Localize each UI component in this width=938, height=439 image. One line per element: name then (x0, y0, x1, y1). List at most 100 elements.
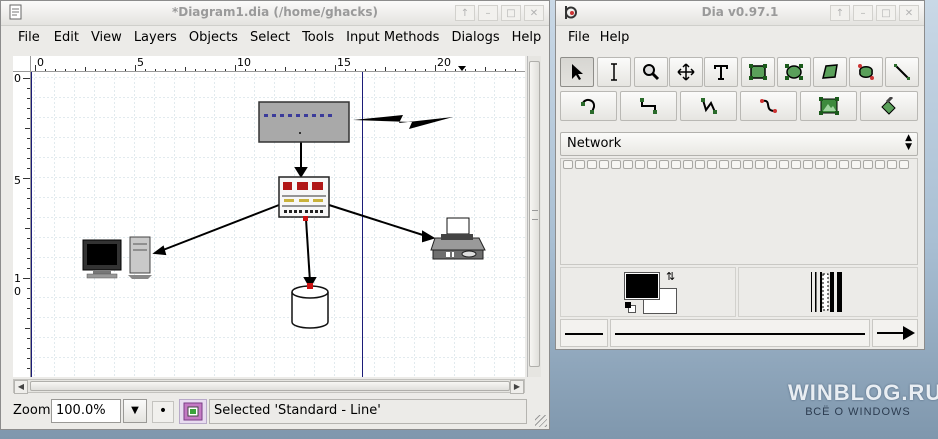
sheet-object-button[interactable] (587, 160, 597, 169)
sheet-object-button[interactable] (707, 160, 717, 169)
toolbox-close-button[interactable]: ✕ (899, 5, 919, 21)
toolbox-up-button[interactable]: ↑ (830, 5, 850, 21)
text-edit-tool[interactable] (597, 57, 631, 87)
start-arrow-selector[interactable] (560, 319, 608, 347)
sheet-object-button[interactable] (563, 160, 573, 169)
pointer-tool[interactable] (560, 57, 594, 87)
resize-grip[interactable] (535, 415, 547, 427)
magnify-icon (643, 64, 660, 81)
sheet-object-button[interactable] (695, 160, 705, 169)
window-close-button[interactable]: ✕ (524, 5, 544, 21)
sheet-object-button[interactable] (899, 160, 909, 169)
sheet-object-button[interactable] (827, 160, 837, 169)
menu-help[interactable]: Help (506, 30, 548, 45)
polyline-tool[interactable] (680, 91, 737, 121)
sheet-object-button[interactable] (599, 160, 609, 169)
end-arrow-selector[interactable] (872, 319, 918, 347)
box-tool[interactable] (741, 57, 775, 87)
sheet-object-button[interactable] (839, 160, 849, 169)
zoom-dropdown-button[interactable]: ▼ (123, 399, 147, 423)
horizontal-ruler[interactable]: 0 5 10 15 20 (31, 56, 525, 72)
toolbox-menu-file[interactable]: File (563, 30, 595, 45)
vertical-ruler[interactable]: 0 5 1 0 (13, 72, 31, 377)
line-style-selector[interactable] (610, 319, 870, 347)
sheet-object-button[interactable] (875, 160, 885, 169)
sheet-object-button[interactable] (575, 160, 585, 169)
mainpoint-toggle[interactable] (179, 399, 207, 424)
menu-tools[interactable]: Tools (296, 30, 340, 45)
sheet-object-button[interactable] (719, 160, 729, 169)
hscroll-left-button[interactable]: ◀ (14, 380, 28, 394)
hscroll-thumb[interactable] (30, 381, 510, 391)
status-bar: Zoom 100.0% ▼ • Selected 'Standard - Lin… (1, 397, 549, 427)
sheet-object-button[interactable] (779, 160, 789, 169)
window-minimize-button[interactable]: – (478, 5, 498, 21)
menu-select[interactable]: Select (244, 30, 296, 45)
window-maximize-button[interactable]: □ (501, 5, 521, 21)
menu-file[interactable]: File (13, 30, 48, 45)
menu-layers[interactable]: Layers (128, 30, 183, 45)
sheet-object-button[interactable] (683, 160, 693, 169)
line-tool[interactable] (885, 57, 919, 87)
bezier-line-tool[interactable] (740, 91, 797, 121)
vscroll-thumb[interactable] (529, 61, 540, 367)
polygon-tool[interactable] (813, 57, 847, 87)
swap-colors-icon[interactable]: ⇅ (666, 270, 675, 283)
zoom-combo[interactable]: 100.0% ▼ (51, 399, 147, 423)
zigzag-line-tool[interactable] (620, 91, 677, 121)
vruler-label-10b: 0 (14, 285, 21, 298)
sheet-object-button[interactable] (863, 160, 873, 169)
sheet-object-button[interactable] (815, 160, 825, 169)
hscroll-right-button[interactable]: ▶ (510, 380, 524, 394)
toolbox-minimize-button[interactable]: – (853, 5, 873, 21)
sheet-object-button[interactable] (887, 160, 897, 169)
magnify-tool[interactable] (634, 57, 668, 87)
sheet-object-button[interactable] (623, 160, 633, 169)
menu-input-methods[interactable]: Input Methods (340, 30, 445, 45)
line-width-selector[interactable] (738, 267, 918, 317)
sheet-object-button[interactable] (659, 160, 669, 169)
outline-tool[interactable] (860, 91, 918, 121)
window-up-button[interactable]: ↑ (455, 5, 475, 21)
ellipse-tool[interactable] (777, 57, 811, 87)
image-icon (818, 97, 839, 115)
sheet-object-button[interactable] (803, 160, 813, 169)
menu-objects[interactable]: Objects (183, 30, 244, 45)
sheet-object-button[interactable] (791, 160, 801, 169)
reset-colors-icon[interactable] (625, 302, 636, 313)
box-icon (749, 64, 767, 80)
vertical-scrollbar[interactable] (527, 56, 541, 377)
menu-dialogs[interactable]: Dialogs (445, 30, 505, 45)
toolbox-window-titlebar[interactable]: Dia v0.97.1 ↑ – □ ✕ (556, 1, 924, 26)
toolbox-menu-help[interactable]: Help (595, 30, 635, 45)
scroll-tool[interactable] (669, 57, 703, 87)
sheet-object-button[interactable] (851, 160, 861, 169)
sheet-object-button[interactable] (671, 160, 681, 169)
sheet-object-button[interactable] (767, 160, 777, 169)
sheet-object-button[interactable] (755, 160, 765, 169)
text-tool[interactable] (704, 57, 738, 87)
ruler-label-15: 15 (337, 56, 351, 69)
sheet-object-button[interactable] (731, 160, 741, 169)
snap-toggle[interactable]: • (152, 401, 174, 423)
line-width-icon (811, 272, 842, 312)
horizontal-scrollbar[interactable]: ◀ ▶ (13, 379, 525, 394)
sheet-object-button[interactable] (611, 160, 621, 169)
ellipse-icon (785, 64, 803, 80)
beziergon-tool[interactable] (849, 57, 883, 87)
sheet-object-button[interactable] (635, 160, 645, 169)
arc-tool[interactable] (560, 91, 617, 121)
sheet-selector[interactable]: Network ▲ ▼ (560, 132, 918, 156)
toolbox-maximize-button[interactable]: □ (876, 5, 896, 21)
mainpoint-icon (183, 402, 203, 421)
sheet-object-button[interactable] (647, 160, 657, 169)
foreground-color-swatch[interactable] (624, 272, 660, 300)
vruler-label-10a: 1 (14, 272, 21, 285)
menu-edit[interactable]: Edit (48, 30, 85, 45)
menu-view[interactable]: View (85, 30, 128, 45)
sheet-object-button[interactable] (743, 160, 753, 169)
diagram-window-titlebar[interactable]: *Diagram1.dia (/home/ghacks) ↑ – □ ✕ (1, 1, 549, 26)
zoom-input[interactable]: 100.0% (51, 399, 121, 423)
diagram-canvas[interactable] (31, 72, 525, 377)
image-tool[interactable] (800, 91, 857, 121)
